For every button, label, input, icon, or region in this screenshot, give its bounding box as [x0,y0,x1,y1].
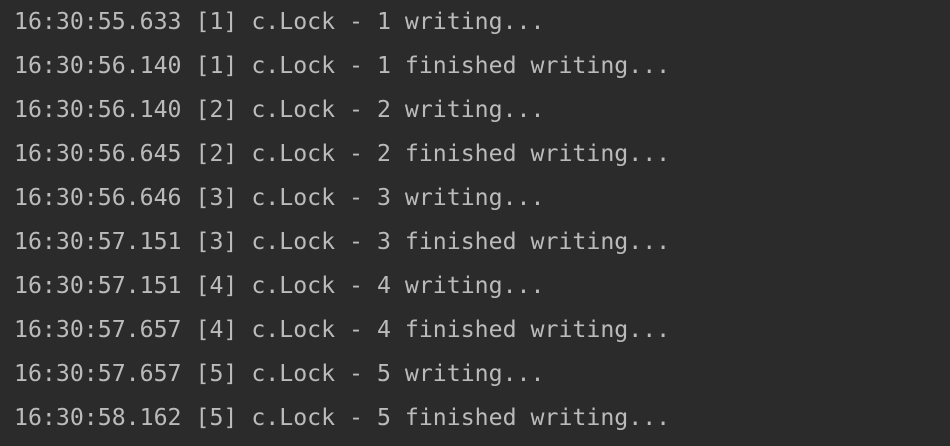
log-line: 16:30:57.151 [4] c.Lock - 4 writing... [14,272,545,299]
log-line: 16:30:55.633 [1] c.Lock - 1 writing... [14,8,545,35]
log-line: 16:30:56.140 [2] c.Lock - 2 writing... [14,96,545,123]
log-line: 16:30:56.645 [2] c.Lock - 2 finished wri… [14,140,671,167]
log-line: 16:30:57.657 [4] c.Lock - 4 finished wri… [14,316,671,343]
console-output[interactable]: 16:30:55.633 [1] c.Lock - 1 writing... 1… [0,0,950,446]
log-line: 16:30:58.162 [5] c.Lock - 5 finished wri… [14,404,671,431]
log-line: 16:30:57.657 [5] c.Lock - 5 writing... [14,360,545,387]
log-line: 16:30:57.151 [3] c.Lock - 3 finished wri… [14,228,671,255]
log-line: 16:30:56.646 [3] c.Lock - 3 writing... [14,184,545,211]
log-line: 16:30:56.140 [1] c.Lock - 1 finished wri… [14,52,671,79]
